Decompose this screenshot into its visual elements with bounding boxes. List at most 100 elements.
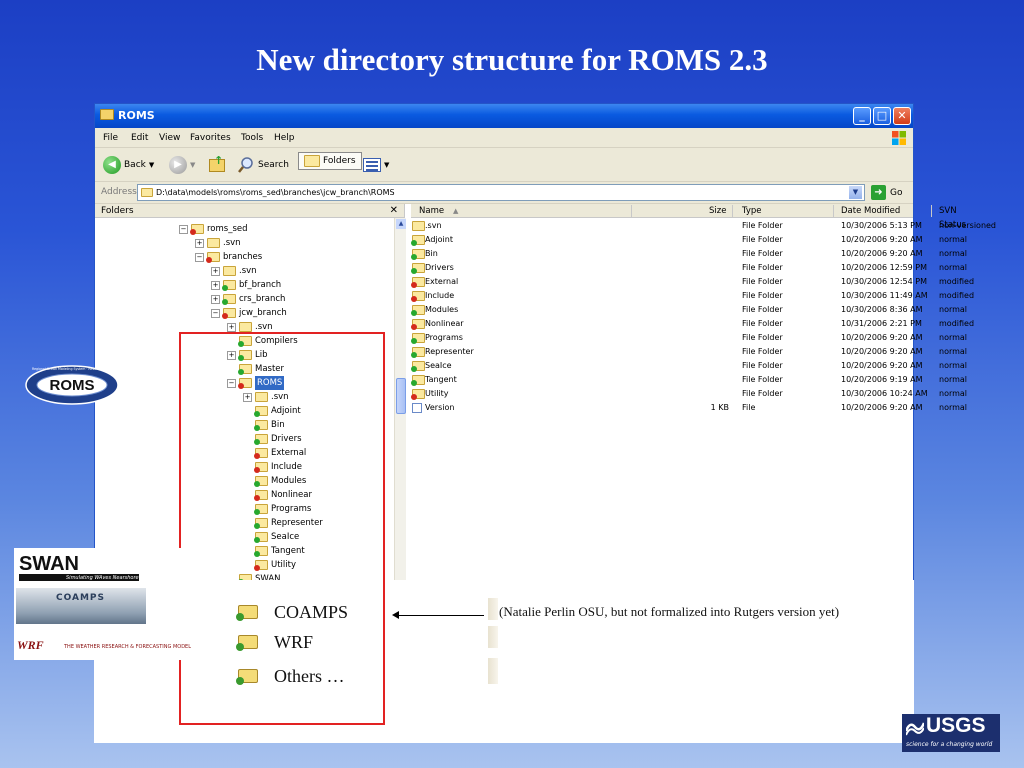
- list-item[interactable]: Modules File Folder 10/30/2006 8:36 AM norm…: [411, 303, 967, 317]
- list-item[interactable]: Adjoint File Folder 10/20/2006 9:20 AM norm…: [411, 233, 967, 247]
- up-folder-button[interactable]: ↑: [209, 154, 225, 174]
- maximize-button[interactable]: □: [873, 107, 891, 125]
- back-button[interactable]: ◀ Back ▼: [103, 156, 154, 174]
- tree-item-label: roms_sed: [207, 224, 248, 234]
- cell-svn: normal: [939, 249, 968, 258]
- search-button[interactable]: Search: [237, 156, 289, 174]
- cell-date: 10/20/2006 9:20 AM: [841, 361, 923, 370]
- usgs-logo: USGS science for a changing world: [902, 714, 1000, 752]
- list-item[interactable]: Utility File Folder 10/30/2006 10:24 AM nor…: [411, 387, 967, 401]
- slide-title: New directory structure for ROMS 2.3: [256, 42, 768, 77]
- ghost-folder-strip: [488, 658, 498, 684]
- wrf-logo: WRF THE WEATHER RESEARCH & FORECASTING M…: [17, 638, 191, 652]
- expand-icon[interactable]: +: [211, 280, 220, 290]
- views-button[interactable]: ▼: [363, 156, 389, 174]
- views-icon: [363, 158, 381, 172]
- list-item[interactable]: .svn File Folder 10/30/2006 5:13 PM non-ver…: [411, 219, 996, 233]
- cell-date: 10/30/2006 5:13 PM: [841, 221, 922, 230]
- collapse-icon[interactable]: −: [211, 308, 220, 318]
- tree-item[interactable]: + .svn: [195, 236, 241, 250]
- roms-logo: ROMS Regional Ocean Modeling System · Re…: [24, 364, 120, 406]
- sort-asc-icon: ▲: [453, 207, 459, 215]
- collapse-icon[interactable]: −: [195, 252, 204, 262]
- collapse-icon[interactable]: −: [179, 224, 188, 234]
- menu-file[interactable]: File: [103, 133, 118, 143]
- cell-type: File Folder: [742, 291, 783, 300]
- list-item[interactable]: Drivers File Folder 10/20/2006 12:59 PM nor…: [411, 261, 967, 275]
- folder-icon: [411, 375, 425, 386]
- go-button[interactable]: ➜ Go: [871, 185, 902, 200]
- cell-name: Include: [425, 291, 455, 300]
- cell-name: Adjoint: [425, 235, 453, 244]
- scroll-thumb[interactable]: [396, 378, 406, 414]
- list-item[interactable]: Include File Folder 10/30/2006 11:49 AM mod…: [411, 289, 974, 303]
- folder-icon: [222, 308, 236, 319]
- cell-type: File Folder: [742, 389, 783, 398]
- cell-date: 10/20/2006 9:20 AM: [841, 403, 923, 412]
- folder-icon: [411, 389, 425, 400]
- column-type[interactable]: Type: [742, 204, 762, 218]
- cell-name: Tangent: [425, 375, 457, 384]
- cell-date: 10/20/2006 9:20 AM: [841, 235, 923, 244]
- folder-icon: [411, 235, 425, 246]
- cell-name: .svn: [425, 221, 442, 230]
- tree-item[interactable]: + bf_branch: [211, 278, 281, 292]
- cell-date: 10/30/2006 8:36 AM: [841, 305, 923, 314]
- list-item[interactable]: Bin File Folder 10/20/2006 9:20 AM normal: [411, 247, 967, 261]
- cell-name: Nonlinear: [425, 319, 464, 328]
- chevron-down-icon[interactable]: ▼: [849, 186, 862, 199]
- roms-logo-text: ROMS: [49, 377, 95, 394]
- list-item[interactable]: SeaIce File Folder 10/20/2006 9:20 AM norma…: [411, 359, 967, 373]
- menu-edit[interactable]: Edit: [131, 133, 148, 143]
- column-name[interactable]: Name: [419, 204, 444, 218]
- tree-item[interactable]: − jcw_branch: [211, 306, 287, 320]
- folders-button[interactable]: Folders: [298, 152, 362, 170]
- scroll-up-icon[interactable]: ▲: [396, 219, 406, 229]
- list-item[interactable]: External File Folder 10/30/2006 12:54 PM mo…: [411, 275, 974, 289]
- cell-svn: normal: [939, 263, 968, 272]
- tree-item[interactable]: − branches: [195, 250, 262, 264]
- expand-icon[interactable]: +: [211, 294, 220, 304]
- list-item[interactable]: Nonlinear File Folder 10/31/2006 2:21 PM mo…: [411, 317, 974, 331]
- cell-svn: modified: [939, 319, 975, 328]
- cell-type: File Folder: [742, 319, 783, 328]
- expand-icon[interactable]: +: [211, 266, 220, 276]
- menu-help[interactable]: Help: [274, 133, 295, 143]
- list-item[interactable]: Version 1 KB File 10/20/2006 9:20 AM normal: [411, 401, 967, 415]
- cell-svn: modified: [939, 291, 975, 300]
- cell-name: Modules: [425, 305, 459, 314]
- swan-logo: SWAN Simulating WAves Nearshore: [19, 553, 139, 581]
- tree-item[interactable]: − roms_sed: [179, 222, 248, 236]
- arrow-left-icon: [392, 611, 399, 619]
- address-input[interactable]: D:\data\models\roms\roms_sed\branches\jc…: [137, 184, 865, 201]
- menu-tools[interactable]: Tools: [241, 133, 263, 143]
- cell-type: File Folder: [742, 221, 783, 230]
- cell-name: External: [425, 277, 459, 286]
- tree-item[interactable]: + .svn: [211, 264, 257, 278]
- address-label: Address: [101, 187, 137, 197]
- folder-icon: [190, 224, 204, 235]
- list-item[interactable]: Representer File Folder 10/20/2006 9:20 AM…: [411, 345, 967, 359]
- tree-item-label: jcw_branch: [239, 308, 287, 318]
- tree-item-label: bf_branch: [239, 280, 282, 290]
- window-titlebar[interactable]: ROMS _ □ ✕: [95, 104, 913, 128]
- column-size[interactable]: Size: [709, 204, 726, 218]
- chevron-down-icon: ▼: [190, 161, 196, 169]
- column-date[interactable]: Date Modified: [841, 204, 900, 218]
- menu-view[interactable]: View: [159, 133, 180, 143]
- close-icon[interactable]: ✕: [390, 204, 398, 218]
- expand-icon[interactable]: +: [227, 322, 236, 332]
- minimize-button[interactable]: _: [853, 107, 871, 125]
- windows-logo-icon: [892, 131, 906, 145]
- folder-icon: [412, 221, 425, 231]
- expand-icon[interactable]: +: [195, 238, 204, 248]
- list-item[interactable]: Programs File Folder 10/20/2006 9:20 AM nor…: [411, 331, 967, 345]
- forward-button[interactable]: ▶ ▼: [169, 156, 195, 174]
- menu-bar: File Edit View Favorites Tools Help: [95, 128, 913, 148]
- menu-favorites[interactable]: Favorites: [190, 133, 231, 143]
- list-item[interactable]: Tangent File Folder 10/20/2006 9:19 AM norm…: [411, 373, 967, 387]
- roms-logo-ring-text: Regional Ocean Modeling System · Researc…: [32, 367, 112, 371]
- close-button[interactable]: ✕: [893, 107, 911, 125]
- window-title: ROMS: [118, 109, 155, 122]
- tree-item[interactable]: + crs_branch: [211, 292, 285, 306]
